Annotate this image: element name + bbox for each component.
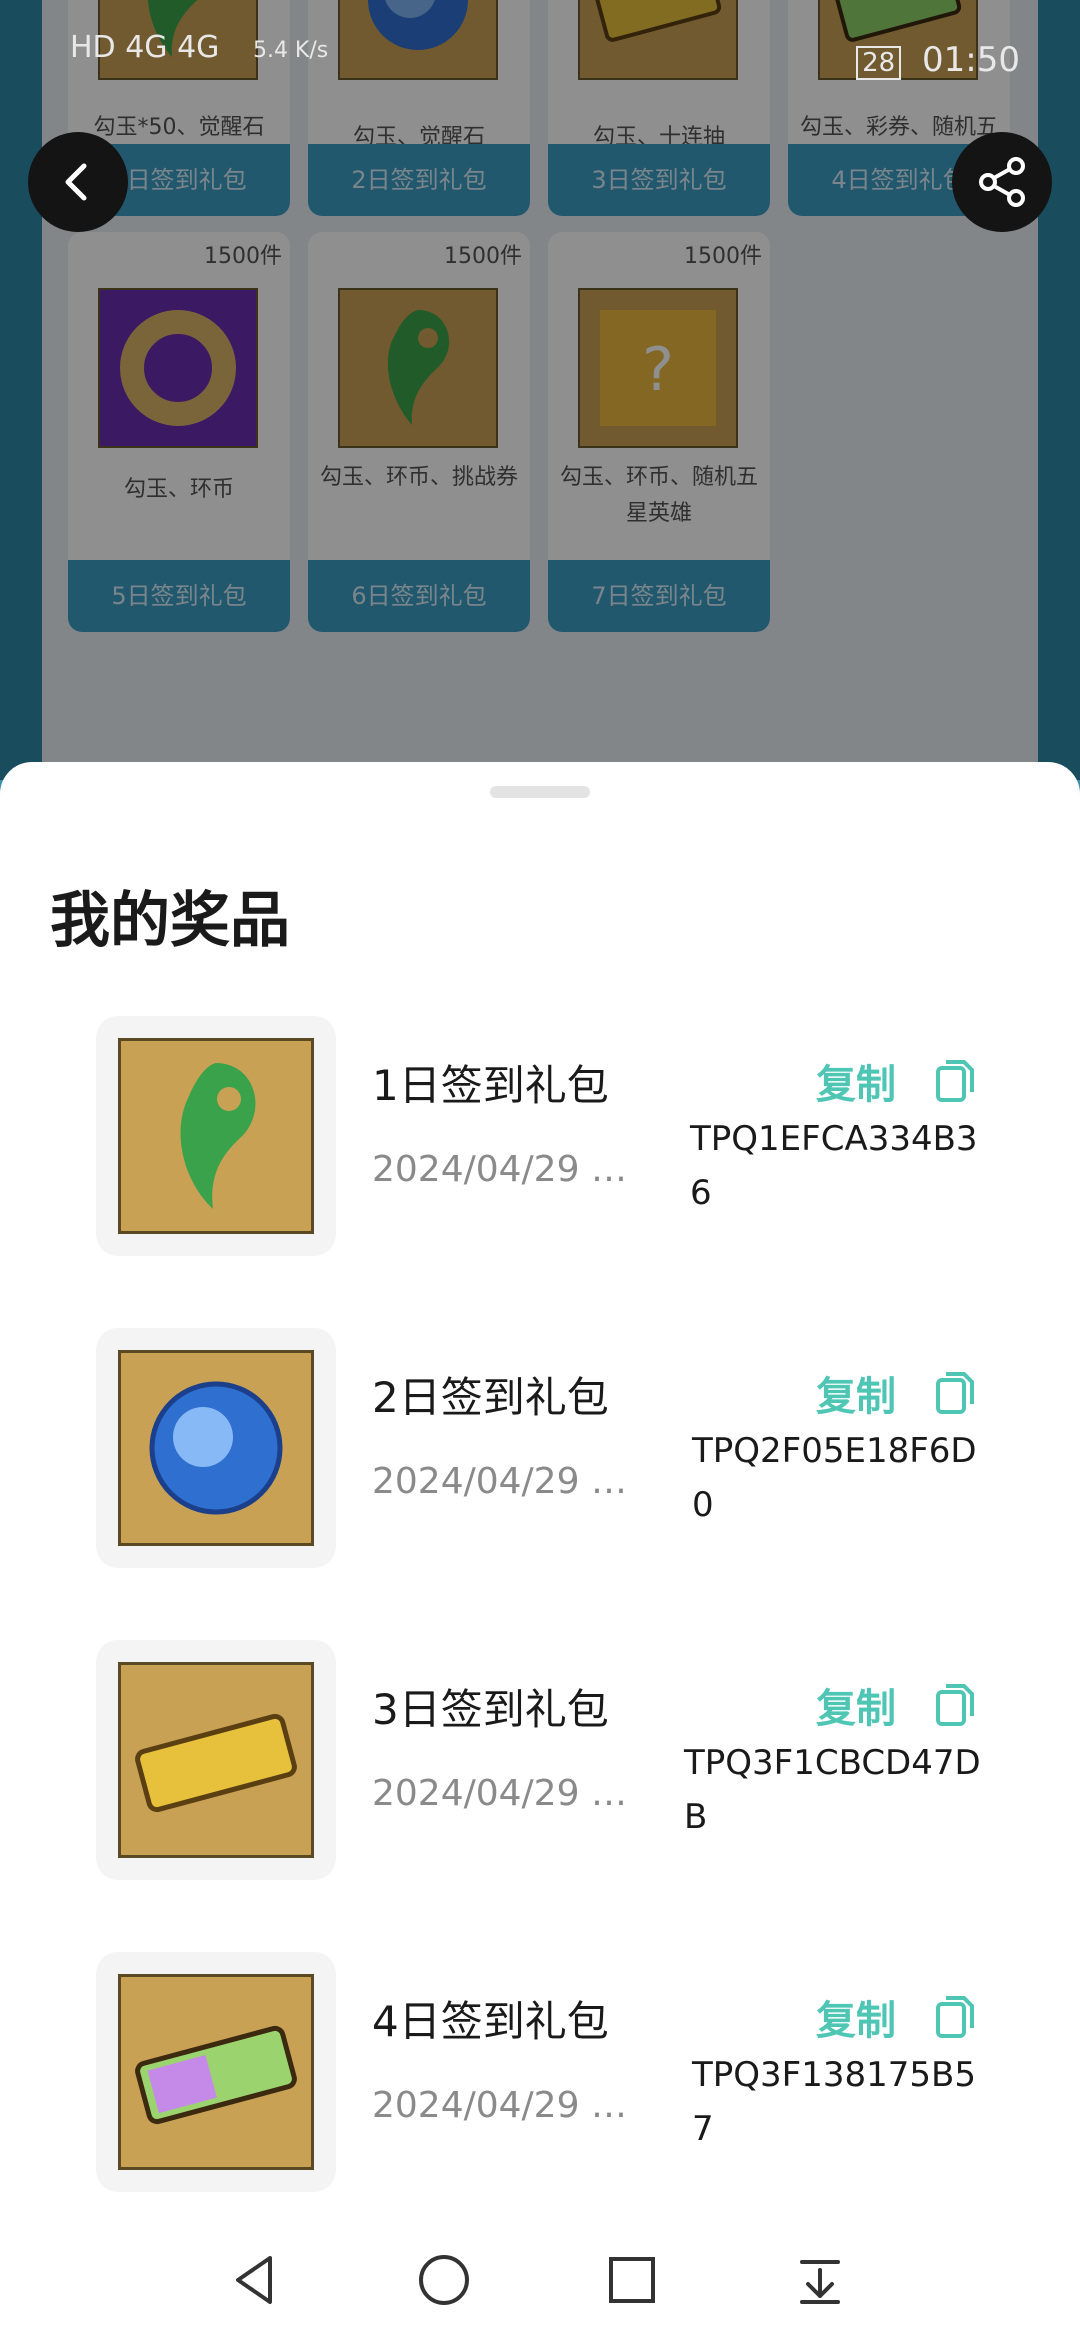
prize-item: 2日签到礼包 2024/04/29 前有效 复制 TPQ2F05E18F6D0: [0, 1328, 1080, 1568]
copy-icon[interactable]: [930, 1368, 978, 1416]
prize-item: 1日签到礼包 2024/04/29 前有效 复制 TPQ1EFCA334B36: [0, 1016, 1080, 1256]
redeem-code: TPQ3F138175B57: [692, 2055, 976, 2149]
share-icon: [979, 157, 1025, 207]
redeem-code: TPQ1EFCA334B36: [690, 1119, 978, 1213]
circle-home-icon[interactable]: [412, 2248, 476, 2312]
ticket-image: [118, 1662, 314, 1858]
copy-button[interactable]: 复制: [816, 1988, 896, 2046]
chevron-left-icon: [65, 163, 87, 201]
network-indicators: HD 4G 4G 5.4 K/s: [70, 30, 329, 65]
drag-handle[interactable]: [490, 786, 590, 798]
sheet-title: 我的奖品: [50, 886, 290, 956]
net-speed: 5.4 K/s: [252, 38, 329, 63]
orb-image: [118, 1350, 314, 1546]
prize-expiry: 2024/04/29 前有效: [372, 1773, 652, 1814]
triangle-back-icon[interactable]: [224, 2248, 288, 2312]
status-bar: HD 4G 4G 5.4 K/s 28 01:50: [0, 0, 1080, 120]
system-nav-bar: [0, 2220, 1080, 2340]
prize-thumb: [96, 1952, 336, 2192]
share-button[interactable]: [952, 132, 1052, 232]
prize-name: 1日签到礼包: [372, 1061, 609, 1110]
jade-image: [118, 1038, 314, 1234]
copy-icon[interactable]: [930, 1680, 978, 1728]
prize-name: 4日签到礼包: [372, 1997, 609, 2046]
prize-item: 3日签到礼包 2024/04/29 前有效 复制 TPQ3F1CBCD47DB: [0, 1640, 1080, 1880]
copy-icon[interactable]: [930, 1992, 978, 2040]
status-right: 28 01:50: [856, 40, 1020, 80]
copy-button[interactable]: 复制: [816, 1364, 896, 1422]
prize-item: 4日签到礼包 2024/04/29 前有效 复制 TPQ3F138175B57: [0, 1952, 1080, 2192]
prize-name: 2日签到礼包: [372, 1373, 609, 1422]
prize-expiry: 2024/04/29 前有效: [372, 2085, 652, 2126]
prize-thumb: [96, 1016, 336, 1256]
clock: 01:50: [922, 40, 1020, 80]
back-button[interactable]: [28, 132, 128, 232]
square-recent-icon[interactable]: [600, 2248, 664, 2312]
prize-name: 3日签到礼包: [372, 1685, 609, 1734]
rainbow-ticket-image: [118, 1974, 314, 2170]
battery-level: 28: [856, 46, 902, 80]
redeem-code: TPQ3F1CBCD47DB: [684, 1743, 981, 1837]
copy-button[interactable]: 复制: [816, 1052, 896, 1110]
prize-expiry: 2024/04/29 前有效: [372, 1149, 652, 1190]
prize-expiry: 2024/04/29 前有效: [372, 1461, 652, 1502]
copy-button[interactable]: 复制: [816, 1676, 896, 1734]
my-prizes-sheet: 我的奖品 1日签到礼包 2024/04/29 前有效 复制 TPQ1EFCA33…: [0, 762, 1080, 2340]
prize-thumb: [96, 1328, 336, 1568]
prize-thumb: [96, 1640, 336, 1880]
download-icon[interactable]: [788, 2248, 852, 2312]
copy-icon[interactable]: [930, 1056, 978, 1104]
redeem-code: TPQ2F05E18F6D0: [692, 1431, 977, 1525]
